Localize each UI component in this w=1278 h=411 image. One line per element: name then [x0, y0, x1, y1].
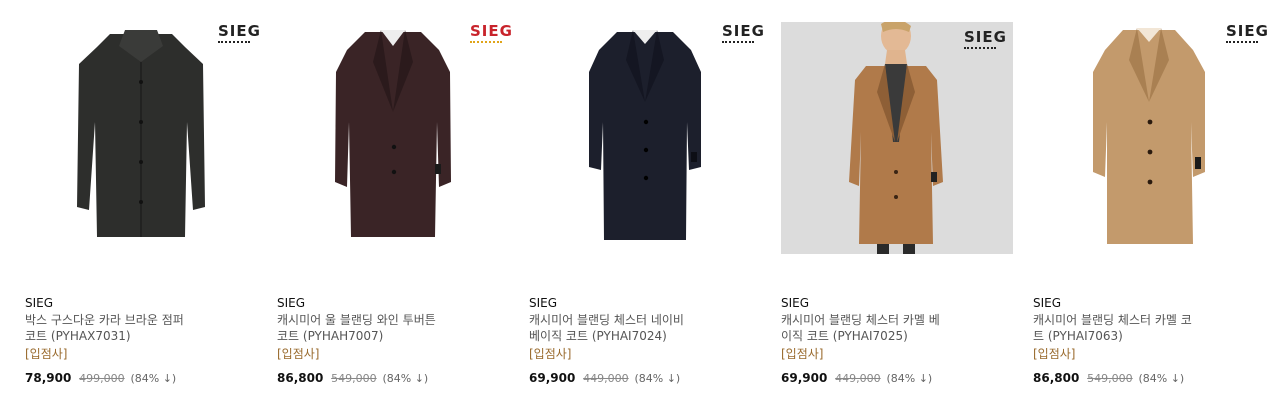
product-name-line1[interactable]: 박스 구스다운 카라 브라운 점퍼 — [25, 312, 245, 328]
brand-logo-text: SIEG — [218, 22, 261, 40]
vendor-tag: [입점사] — [25, 347, 68, 361]
sale-price: 69,900 — [529, 371, 576, 385]
product-info: SIEG 박스 구스다운 카라 브라운 점퍼 코트 (PYHAX7031) [입… — [25, 295, 245, 362]
product-name-line1[interactable]: 캐시미어 블랜딩 체스터 카멜 코 — [1033, 312, 1253, 328]
original-price: 549,000 — [1087, 372, 1133, 385]
discount-rate: (84% ↓) — [634, 372, 681, 385]
sale-price: 86,800 — [277, 371, 324, 385]
product-brand: SIEG — [277, 296, 306, 310]
vendor-tag: [입점사] — [781, 347, 824, 361]
product-info: SIEG 캐시미어 블랜딩 체스터 카멜 베 이직 코트 (PYHAI7025)… — [781, 295, 1001, 362]
brand-logo: SIEG — [470, 22, 513, 45]
brand-logo-text: SIEG — [964, 28, 1007, 46]
brand-logo: SIEG — [218, 22, 261, 45]
brand-logo-underline — [964, 47, 996, 51]
coat-image — [529, 22, 761, 254]
product-name-line2[interactable]: 코트 (PYHAH7007) — [277, 328, 497, 344]
original-price: 549,000 — [331, 372, 377, 385]
brand-logo-underline — [470, 41, 502, 45]
coat-image — [1033, 22, 1265, 254]
product-info: SIEG 캐시미어 블랜딩 체스터 네이비 베이직 코트 (PYHAI7024)… — [529, 295, 749, 362]
model-photo — [781, 22, 1013, 254]
product-image[interactable] — [1033, 22, 1265, 254]
product-name-line2[interactable]: 베이직 코트 (PYHAI7024) — [529, 328, 749, 344]
product-name-line2[interactable]: 트 (PYHAI7063) — [1033, 328, 1253, 344]
discount-rate: (84% ↓) — [1138, 372, 1185, 385]
product-name-line2[interactable]: 코트 (PYHAX7031) — [25, 328, 245, 344]
product-name-line1[interactable]: 캐시미어 블랜딩 체스터 카멜 베 — [781, 312, 1001, 328]
price-row: 69,900 449,000 (84% ↓) — [781, 371, 932, 385]
original-price: 499,000 — [79, 372, 125, 385]
vendor-tag: [입점사] — [277, 347, 320, 361]
brand-logo-text: SIEG — [470, 22, 513, 40]
product-card[interactable]: SIEG SIEG 박스 구스다운 카라 브라운 점퍼 코트 (PYHAX703… — [25, 0, 277, 411]
coat-image — [277, 22, 509, 254]
product-card[interactable]: SIEG SIEG 캐시미어 블랜딩 체스터 네이비 베이직 코트 (PYHAI… — [529, 0, 781, 411]
product-brand: SIEG — [1033, 296, 1062, 310]
product-brand: SIEG — [25, 296, 54, 310]
price-row: 78,900 499,000 (84% ↓) — [25, 371, 176, 385]
brand-logo: SIEG — [1226, 22, 1269, 45]
product-brand: SIEG — [529, 296, 558, 310]
product-image[interactable] — [25, 22, 257, 254]
brand-logo-underline — [1226, 41, 1258, 45]
product-name-line1[interactable]: 캐시미어 울 블랜딩 와인 투버튼 — [277, 312, 497, 328]
discount-rate: (84% ↓) — [886, 372, 933, 385]
brand-logo: SIEG — [964, 28, 1007, 51]
product-name-line1[interactable]: 캐시미어 블랜딩 체스터 네이비 — [529, 312, 749, 328]
sale-price: 78,900 — [25, 371, 72, 385]
sale-price: 86,800 — [1033, 371, 1080, 385]
brand-logo-underline — [722, 41, 754, 45]
brand-logo: SIEG — [722, 22, 765, 45]
vendor-tag: [입점사] — [1033, 347, 1076, 361]
discount-rate: (84% ↓) — [130, 372, 177, 385]
product-card[interactable]: SIEG SIEG 캐시미어 블랜딩 체스터 카멜 코 트 (PYHAI7063… — [1033, 0, 1278, 411]
discount-rate: (84% ↓) — [382, 372, 429, 385]
sale-price: 69,900 — [781, 371, 828, 385]
vendor-tag: [입점사] — [529, 347, 572, 361]
product-info: SIEG 캐시미어 울 블랜딩 와인 투버튼 코트 (PYHAH7007) [입… — [277, 295, 497, 362]
product-card[interactable]: SIEG SIEG 캐시미어 블랜딩 체스터 카멜 베 이직 코트 (PYHAI… — [781, 0, 1033, 411]
price-row: 86,800 549,000 (84% ↓) — [1033, 371, 1184, 385]
brand-logo-text: SIEG — [722, 22, 765, 40]
product-image[interactable] — [529, 22, 761, 254]
brand-logo-text: SIEG — [1226, 22, 1269, 40]
product-grid: SIEG SIEG 박스 구스다운 카라 브라운 점퍼 코트 (PYHAX703… — [0, 0, 1278, 411]
coat-image — [25, 22, 257, 254]
original-price: 449,000 — [583, 372, 629, 385]
product-image[interactable] — [277, 22, 509, 254]
product-card[interactable]: SIEG SIEG 캐시미어 울 블랜딩 와인 투버튼 코트 (PYHAH700… — [277, 0, 529, 411]
product-image[interactable] — [781, 22, 1013, 254]
product-info: SIEG 캐시미어 블랜딩 체스터 카멜 코 트 (PYHAI7063) [입점… — [1033, 295, 1253, 362]
price-row: 69,900 449,000 (84% ↓) — [529, 371, 680, 385]
product-brand: SIEG — [781, 296, 810, 310]
price-row: 86,800 549,000 (84% ↓) — [277, 371, 428, 385]
brand-logo-underline — [218, 41, 250, 45]
original-price: 449,000 — [835, 372, 881, 385]
product-name-line2[interactable]: 이직 코트 (PYHAI7025) — [781, 328, 1001, 344]
